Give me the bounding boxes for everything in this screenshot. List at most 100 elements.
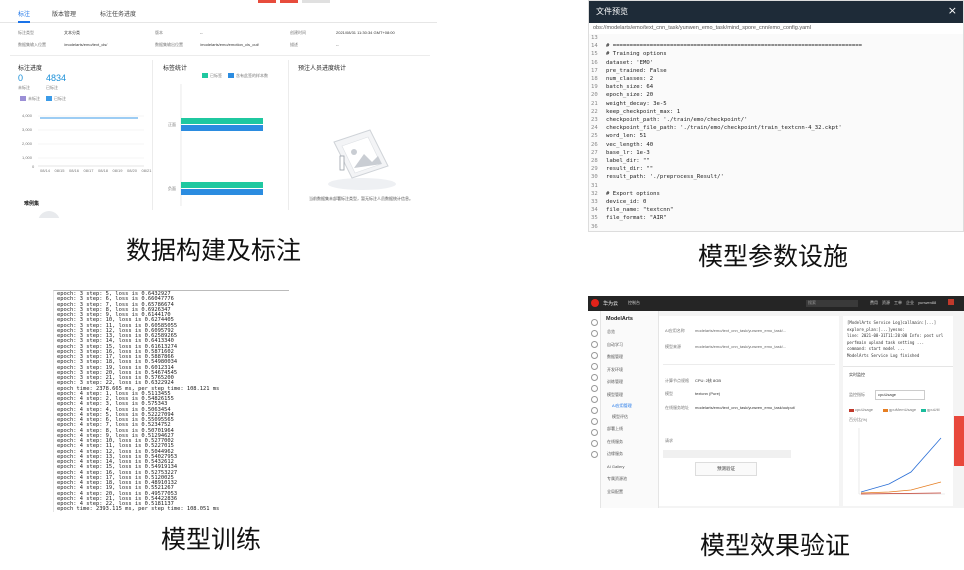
nav-item[interactable]: 边缘服务 <box>607 451 623 457</box>
caption-model-training: 模型训练 <box>161 525 262 554</box>
line-number: 21 <box>591 100 598 107</box>
line-number: 29 <box>591 166 598 173</box>
code-viewer[interactable]: 13 14 # ==================================… <box>589 34 963 231</box>
tab-labeling-progress[interactable]: 标注任务进度 <box>100 9 136 18</box>
nav-item[interactable]: 训练管理 <box>607 379 623 385</box>
search-input[interactable]: 搜索 <box>806 300 858 307</box>
legend-swatch-purple <box>20 96 26 101</box>
service-log-line: [ModelArts Service Log]callmain:[...] <box>847 320 937 325</box>
form-key: AI应用名称 <box>665 328 685 333</box>
predict-input[interactable] <box>663 450 791 458</box>
divider <box>10 55 430 56</box>
divider <box>152 60 153 210</box>
code-line: num_classes: 2 <box>606 76 654 82</box>
legend-item[interactable]: 含有此签的样本数 <box>236 73 268 79</box>
unlabeled-count: 4834 <box>46 73 67 83</box>
legend-item[interactable]: 已标注 <box>54 96 66 102</box>
deploy-form: AI应用名称 modelarts/emo/text_cnn_task/yunwe… <box>659 316 839 506</box>
nav-item[interactable]: 数据管理 <box>607 354 623 360</box>
legend-item[interactable]: 已标签 <box>210 73 222 79</box>
service-nav-icon[interactable] <box>591 451 598 458</box>
nav-item[interactable]: 自动学习 <box>607 342 623 348</box>
tab-version-management[interactable]: 版本管理 <box>52 9 76 18</box>
info-value: /modelarts/emo/emotion_cls_out/ <box>200 42 259 47</box>
label-stats-title: 标签统计 <box>163 66 188 72</box>
code-line: checkpoint_file_path: './train/emo/check… <box>606 125 842 132</box>
nav-sub-item[interactable]: 模型评估 <box>612 414 628 420</box>
nav-item[interactable]: 专属资源池 <box>607 476 627 482</box>
predict-button[interactable]: 预测验证 <box>695 462 757 476</box>
x-tick: 08/15 <box>54 168 65 173</box>
legend-item[interactable]: cpuUsage <box>855 407 873 412</box>
unlabeled-label: 已标注 <box>46 85 58 90</box>
service-nav-icon[interactable] <box>591 374 598 381</box>
floating-help-bar[interactable] <box>954 416 964 466</box>
line-number: 19 <box>591 84 598 91</box>
nav-item[interactable]: 模型管理 <box>607 392 623 398</box>
service-nav-icon[interactable] <box>591 407 598 414</box>
line-number: 23 <box>591 117 598 123</box>
legend-item[interactable]: 未标注 <box>28 96 40 102</box>
code-line: base_lr: 1e-3 <box>606 149 650 156</box>
nav-item[interactable]: 全局配置 <box>607 489 623 495</box>
user-name[interactable]: yunwen88 <box>918 300 936 305</box>
line-number: 17 <box>591 67 598 74</box>
bar-label: 正面 <box>168 122 176 127</box>
info-value: -- <box>336 42 339 47</box>
predict-label: 请求 <box>665 438 673 443</box>
info-key: 标注类型 <box>18 30 34 35</box>
service-nav-icon[interactable] <box>591 440 598 447</box>
line-number: 34 <box>591 207 598 214</box>
form-key: 模型 <box>665 391 673 396</box>
legend-swatch-orange <box>883 409 888 412</box>
info-value: 2021/08/31 11:30:34 GMT+08:00 <box>336 30 395 35</box>
line-number: 20 <box>591 92 598 99</box>
service-nav-icon[interactable] <box>591 363 598 370</box>
top-link[interactable]: 工单 <box>894 300 902 306</box>
service-nav-icon[interactable] <box>591 418 598 425</box>
nav-item[interactable]: AI Gallery <box>607 464 625 469</box>
monitor-line-chart <box>858 428 945 495</box>
result-panel: [ModelArts Service Log]callmain:[...] exp… <box>843 316 953 506</box>
info-value: 文本分类 <box>64 30 80 35</box>
service-nav-icon[interactable] <box>591 319 598 326</box>
file-path: obs://modelarts/emo/text_cnn_task/yunwen… <box>593 25 811 31</box>
top-link[interactable]: 企业 <box>906 300 914 306</box>
tab-labeling[interactable]: 标注 <box>18 9 31 23</box>
service-nav-icon[interactable] <box>591 429 598 436</box>
label-stats-bar-chart <box>180 84 263 206</box>
legend-item[interactable]: gpuMemUsage <box>889 407 916 412</box>
service-nav-icon[interactable] <box>591 396 598 403</box>
nav-item[interactable]: 开发环境 <box>607 367 623 373</box>
nav-item[interactable]: 在线服务 <box>607 439 623 445</box>
workforce-empty-text: 当前数据集未部署标注类型，暂无标注人员数据统计信息。 <box>309 196 413 201</box>
line-number: 35 <box>591 215 598 222</box>
nav-sub-item[interactable]: AI应用管理 <box>612 403 632 409</box>
info-key: 数据集输出位置 <box>155 42 183 47</box>
legend-swatch-blue <box>46 96 52 101</box>
console-link[interactable]: 控制台 <box>628 300 640 306</box>
close-icon[interactable]: × <box>948 4 957 17</box>
labeled-count: 0 <box>18 73 24 83</box>
legend-item[interactable]: gpuUtil <box>927 407 939 412</box>
notification-icon[interactable] <box>948 299 954 305</box>
log-line: epoch time: 2393.115 ms, per step time: … <box>57 506 220 512</box>
nav-item[interactable]: 部署上线 <box>607 426 623 432</box>
top-link[interactable]: 资源 <box>882 300 890 306</box>
monitor-select[interactable]: cpuUsage <box>875 390 925 400</box>
line-number: 30 <box>591 174 598 181</box>
service-nav-icon[interactable] <box>591 341 598 348</box>
line-number: 28 <box>591 158 598 164</box>
info-key: 创建时间 <box>290 30 306 35</box>
form-value: CPU: 2核 8GB <box>695 378 722 383</box>
code-line: file_name: "textcnn" <box>606 207 674 214</box>
code-line: result_dir: "" <box>606 166 654 173</box>
nav-item[interactable]: 总览 <box>607 329 615 335</box>
top-link[interactable]: 费用 <box>870 300 878 306</box>
service-nav-icon[interactable] <box>591 330 598 337</box>
info-value: /modelarts/emo/text_cls/ <box>64 42 108 47</box>
y-tick: 2,000 <box>22 141 33 146</box>
service-nav-icon[interactable] <box>591 385 598 392</box>
y-tick: 0 <box>32 164 35 169</box>
service-nav-icon[interactable] <box>591 352 598 359</box>
